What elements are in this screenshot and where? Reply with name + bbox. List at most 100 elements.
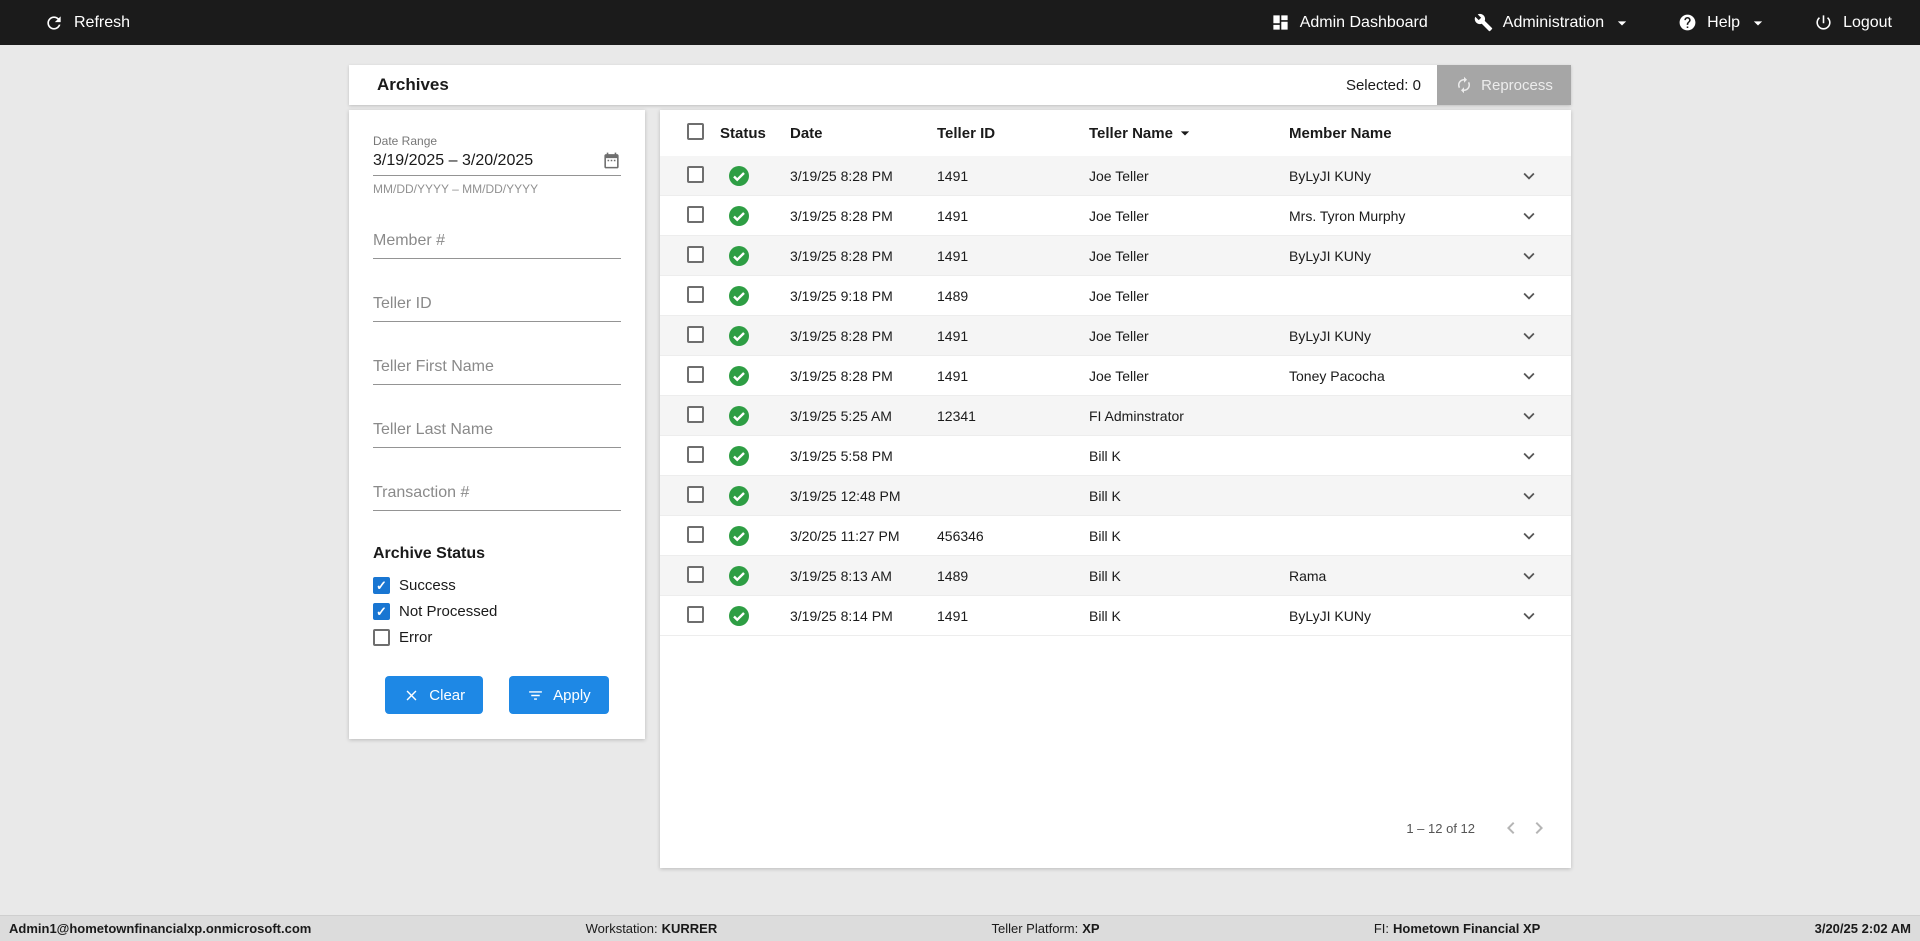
row-date: 3/19/25 8:28 PM [790,167,893,184]
row-checkbox[interactable] [687,245,704,263]
page-title: Archives [377,75,449,94]
expand-row-button[interactable] [1516,443,1542,469]
expand-row-button[interactable] [1516,203,1542,229]
success-status-icon [729,165,749,186]
row-teller-id: 1491 [937,207,969,224]
wrench-icon [1474,13,1492,32]
admin-dashboard-button[interactable]: Admin Dashboard [1271,13,1428,32]
row-checkbox[interactable] [687,325,704,343]
teller-name-header-label: Teller Name [1089,124,1173,142]
row-date: 3/19/25 8:13 AM [790,567,892,584]
status-option-not-processed[interactable]: Not Processed [373,603,621,620]
logout-button[interactable]: Logout [1814,13,1892,32]
row-teller-id: 1491 [937,607,969,624]
expand-row-button[interactable] [1516,603,1542,629]
not-processed-checkbox[interactable] [373,603,390,620]
success-checkbox[interactable] [373,577,390,594]
row-checkbox[interactable] [687,165,704,183]
refresh-button[interactable]: Refresh [44,13,130,33]
workstation-label: Workstation: [585,921,658,936]
row-teller-name: Bill K [1089,447,1121,464]
calendar-icon [604,152,619,169]
table-row: 3/19/25 8:28 PM 1491 Joe Teller ByLyJI K… [660,236,1571,276]
row-checkbox[interactable] [687,565,704,583]
help-menu[interactable]: Help [1678,13,1768,33]
row-checkbox[interactable] [687,285,704,303]
row-status-cell [720,284,790,308]
row-checkbox-cell [687,605,720,626]
chevron-down-icon [1523,172,1535,180]
row-teller-id: 1491 [937,327,969,344]
teller-id-input[interactable] [373,289,621,322]
expand-row-button[interactable] [1516,403,1542,429]
row-checkbox[interactable] [687,405,704,423]
row-teller-name: Joe Teller [1089,327,1149,344]
reprocess-button[interactable]: Reprocess [1437,65,1571,105]
teller-first-name-input[interactable] [373,352,621,385]
chevron-down-icon [1523,212,1535,220]
table-row: 3/19/25 8:13 AM 1489 Bill K Rama [660,556,1571,596]
expand-row-button[interactable] [1516,363,1542,389]
row-checkbox[interactable] [687,445,704,463]
apply-button[interactable]: Apply [509,676,609,714]
row-date: 3/19/25 8:28 PM [790,367,893,384]
next-page-button[interactable] [1525,814,1553,842]
pagination: 1 – 12 of 12 [660,804,1571,868]
clear-button[interactable]: Clear [385,676,484,714]
expand-row-button[interactable] [1516,483,1542,509]
table-row: 3/19/25 9:18 PM 1489 Joe Teller [660,276,1571,316]
row-checkbox-cell [687,445,720,466]
calendar-button[interactable] [602,151,621,170]
row-checkbox[interactable] [687,525,704,543]
teller-last-name-input[interactable] [373,415,621,448]
table-row: 3/20/25 11:27 PM 456346 Bill K [660,516,1571,556]
expand-row-button[interactable] [1516,563,1542,589]
expand-row-button[interactable] [1516,163,1542,189]
chevron-down-icon [1523,332,1535,340]
member-number-input[interactable] [373,226,621,259]
status-option-error[interactable]: Error [373,629,621,646]
chevron-down-icon [1753,20,1763,25]
select-all-checkbox[interactable] [687,122,704,140]
success-status-icon [729,405,749,426]
fi-label: FI: [1373,921,1389,936]
status-option-success[interactable]: Success [373,577,621,594]
column-header-status[interactable]: Status [720,125,790,142]
expand-row-button[interactable] [1516,243,1542,269]
row-date: 3/19/25 8:14 PM [790,607,893,624]
prev-page-button[interactable] [1497,814,1525,842]
date-range-input-row [373,148,621,176]
row-status-cell [720,484,790,508]
transaction-number-input[interactable] [373,478,621,511]
expand-row-button[interactable] [1516,523,1542,549]
close-icon [406,690,417,700]
topbar-right: Admin Dashboard Administration Help Logo… [1225,13,1892,33]
column-header-date[interactable]: Date [790,125,937,142]
date-range-input[interactable] [373,151,602,170]
column-header-teller-name[interactable]: Teller Name [1089,123,1289,143]
row-checkbox[interactable] [687,365,704,383]
success-status-icon [729,325,749,346]
row-checkbox-cell [687,285,720,306]
error-checkbox[interactable] [373,629,390,646]
column-header-teller-id[interactable]: Teller ID [937,125,1089,142]
fi-value: Hometown Financial XP [1392,921,1541,936]
filter-icon [529,690,543,700]
administration-menu[interactable]: Administration [1474,13,1632,33]
row-checkbox[interactable] [687,605,704,623]
date-range-label: Date Range [373,134,438,148]
column-header-member-name[interactable]: Member Name [1289,125,1501,142]
row-expand-cell [1501,603,1557,629]
row-status-cell [720,604,790,628]
expand-row-button[interactable] [1516,323,1542,349]
row-teller-name: Joe Teller [1089,207,1149,224]
row-checkbox[interactable] [687,205,704,223]
row-checkbox[interactable] [687,485,704,503]
success-status-icon [729,445,749,466]
row-member-name: Rama [1289,567,1327,584]
row-date: 3/19/25 9:18 PM [790,287,893,304]
row-status-cell [720,524,790,548]
row-date: 3/19/25 12:48 PM [790,487,901,504]
teller-platform: Teller Platform: XP [992,921,1100,936]
expand-row-button[interactable] [1516,283,1542,309]
